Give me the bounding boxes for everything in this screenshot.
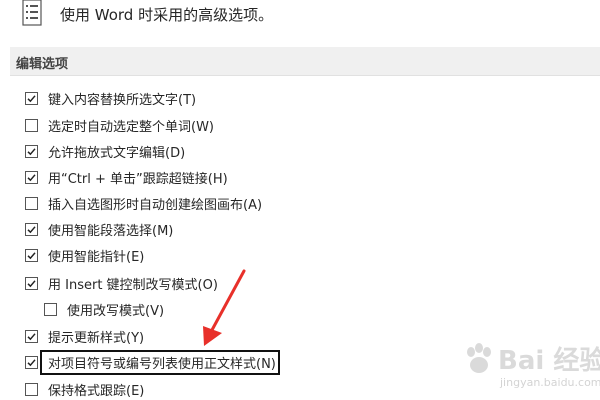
checkbox-unchecked[interactable]	[25, 382, 38, 396]
checkmark-icon	[27, 94, 36, 102]
option-row[interactable]: 用 Insert 键控制改写模式(O)	[25, 273, 218, 293]
option-label: 保持格式跟踪(E)	[48, 383, 145, 399]
option-row[interactable]: 使用智能指针(E)	[25, 245, 144, 265]
checkmark-icon	[27, 225, 36, 233]
option-label: 使用改写模式(V)	[67, 303, 165, 319]
header-description: 使用 Word 时采用的高级选项。	[60, 6, 274, 24]
checkbox-unchecked[interactable]	[25, 196, 38, 210]
section-title: 编辑选项	[16, 57, 69, 72]
watermark-brand: Bai 经验	[498, 346, 600, 376]
checkbox-checked[interactable]	[25, 91, 38, 105]
checkbox-unchecked[interactable]	[25, 118, 38, 132]
options-header: 使用 Word 时采用的高级选项。	[0, 0, 600, 40]
checkbox-checked[interactable]	[25, 222, 38, 236]
option-label: 键入内容替换所选文字(T)	[48, 92, 197, 108]
option-label: 用 Insert 键控制改写模式(O)	[48, 277, 218, 293]
option-row[interactable]: 插入自选图形时自动创建绘图画布(A)	[25, 193, 262, 213]
section-header-editing-options: 编辑选项	[10, 47, 600, 76]
option-row[interactable]: 提示更新样式(Y)	[25, 326, 144, 346]
option-label: 使用智能段落选择(M)	[48, 223, 174, 239]
option-label: 选定时自动选定整个单词(W)	[48, 119, 214, 135]
checkbox-checked[interactable]	[25, 144, 38, 158]
checkmark-icon	[27, 358, 36, 366]
option-label: 提示更新样式(Y)	[48, 330, 145, 346]
checkmark-icon	[27, 332, 36, 340]
option-label: 插入自选图形时自动创建绘图画布(A)	[48, 197, 263, 213]
checkbox-checked[interactable]	[25, 170, 38, 184]
document-list-icon	[22, 0, 42, 26]
highlight-box	[40, 350, 280, 375]
checkmark-icon	[27, 147, 36, 155]
option-row[interactable]: 选定时自动选定整个单词(W)	[25, 115, 214, 135]
checkbox-checked[interactable]	[25, 355, 38, 369]
option-label: 允许拖放式文字编辑(D)	[48, 145, 186, 161]
checkbox-checked[interactable]	[25, 248, 38, 262]
option-row[interactable]: 使用智能段落选择(M)	[25, 219, 173, 239]
checkmark-icon	[27, 173, 36, 181]
checkbox-unchecked[interactable]	[44, 302, 57, 316]
watermark-url: jingyan.baidu.com	[500, 376, 600, 389]
option-row[interactable]: 键入内容替换所选文字(T)	[25, 88, 196, 108]
option-label: 使用智能指针(E)	[48, 249, 145, 265]
option-row[interactable]: 使用改写模式(V)	[44, 299, 164, 319]
option-row[interactable]: 用“Ctrl + 单击”跟踪超链接(H)	[25, 167, 228, 187]
baidu-paw-icon	[467, 343, 491, 373]
option-label: 用“Ctrl + 单击”跟踪超链接(H)	[48, 171, 228, 187]
watermark: Bai 经验 jingyan.baidu.com	[462, 338, 600, 396]
checkmark-icon	[27, 279, 36, 287]
checkmark-icon	[27, 251, 36, 259]
checkbox-checked[interactable]	[25, 329, 38, 343]
checkbox-checked[interactable]	[25, 276, 38, 290]
option-row[interactable]: 保持格式跟踪(E)	[25, 379, 144, 399]
option-row[interactable]: 允许拖放式文字编辑(D)	[25, 141, 185, 161]
